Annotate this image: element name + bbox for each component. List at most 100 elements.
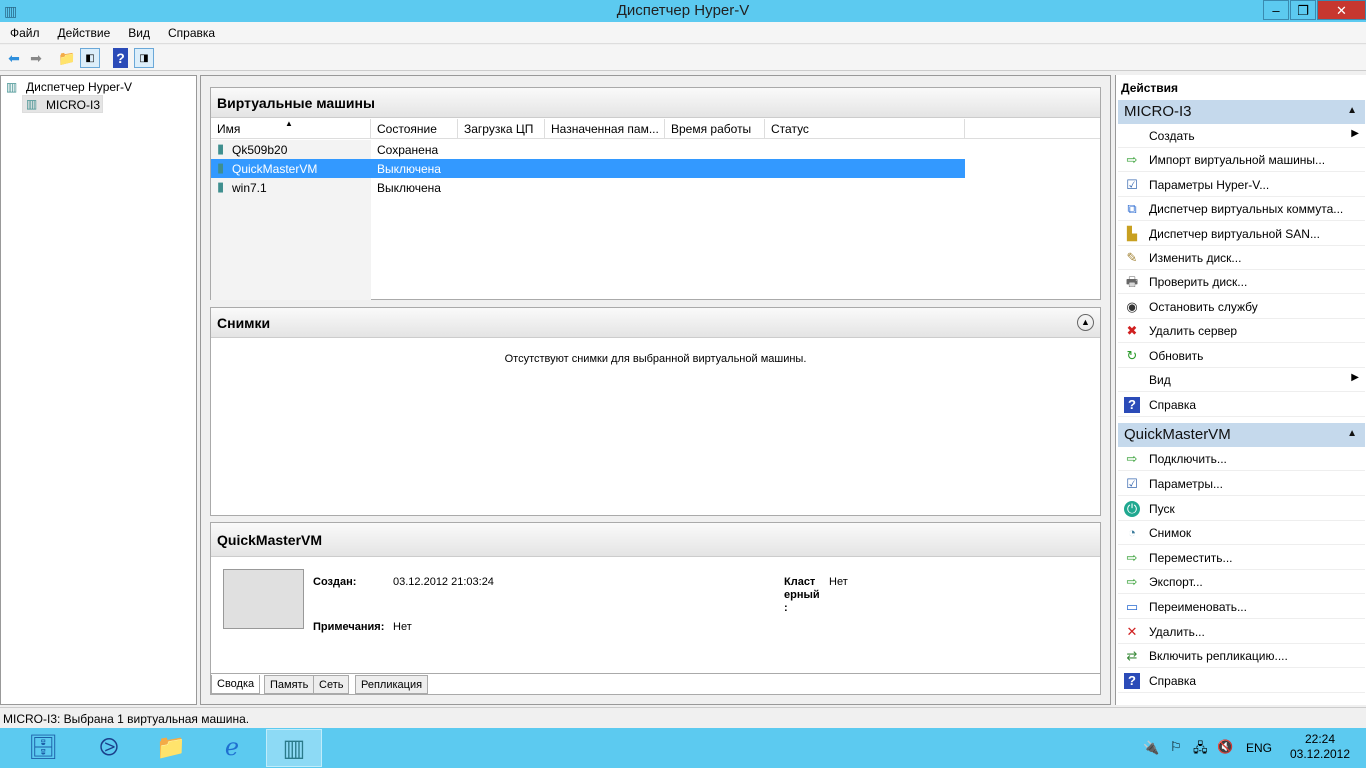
action-item[interactable]: 🖶 Проверить диск... (1118, 270, 1365, 295)
action-item[interactable]: ✎ Изменить диск... (1118, 246, 1365, 270)
forward-icon[interactable]: ➡ (26, 48, 46, 68)
powershell-icon[interactable]: ⧁ (84, 729, 134, 767)
action-item[interactable]: ⇨ Переместить... (1118, 546, 1365, 570)
tab-replication[interactable]: Репликация (355, 675, 429, 694)
up-folder-icon[interactable]: 📁 (57, 48, 77, 68)
show-hide-action-pane-icon[interactable]: ◨ (134, 48, 154, 68)
network-icon[interactable]: 🖧 (1193, 739, 1208, 761)
menu-bar: Файл Действие Вид Справка (0, 22, 1366, 44)
vm-state: Сохранена (377, 143, 439, 157)
back-icon[interactable]: ⬅ (4, 48, 24, 68)
window-title: Диспетчер Hyper-V (616, 2, 750, 19)
export-icon: ⇨ (1126, 574, 1138, 590)
flag-icon[interactable]: ⚐ (1170, 739, 1182, 755)
snapshots-title: Снимки ▲ (211, 308, 1100, 338)
tab-network[interactable]: Сеть (313, 675, 350, 694)
vm-table-header: Имя ▲ Состояние Загрузка ЦП Назначенная п… (211, 119, 1100, 139)
action-item[interactable]: ☑ Параметры... (1118, 472, 1365, 496)
settings-icon: ☑ (1126, 176, 1138, 192)
actions-section-header[interactable]: QuickMasterVM ▲ (1118, 423, 1365, 448)
action-item[interactable]: ⇨ Подключить... (1118, 447, 1365, 472)
collapse-section-icon[interactable]: ▲ (1347, 428, 1357, 439)
hyperv-manager-icon: ▥ (6, 80, 18, 94)
action-item[interactable]: ◉ Остановить службу (1118, 295, 1365, 319)
col-state[interactable]: Состояние (371, 119, 458, 138)
vm-row[interactable]: ▮ QuickMasterVM Выключена (211, 159, 965, 178)
actions-pane: Действия MICRO-I3 ▲ Создать ▶ ⇨ Импорт виртуа… (1115, 75, 1366, 705)
menu-file[interactable]: Файл (0, 22, 48, 40)
network-ok-icon[interactable]: 🔌 (1143, 740, 1159, 756)
collapse-section-icon[interactable]: ▲ (1347, 105, 1357, 116)
actions-section-header[interactable]: MICRO-I3 ▲ (1118, 100, 1365, 124)
col-name[interactable]: Имя ▲ (211, 119, 371, 138)
vm-state: Выключена (377, 162, 441, 176)
col-cpu[interactable]: Загрузка ЦП (458, 119, 545, 138)
server-label: MICRO-I3 (46, 98, 100, 112)
help-icon[interactable]: ? (113, 48, 128, 68)
action-item[interactable]: ⧉ Диспетчер виртуальных коммута... (1118, 197, 1365, 222)
taskbar: 🗄 ⧁ 📁 ℯ ▥ 🔌 ⚐ 🖧 🔇 ENG 22:24 03.12.2012 (0, 728, 1366, 768)
edit-disk-icon: ✎ (1126, 250, 1138, 265)
menu-action[interactable]: Действие (48, 22, 119, 40)
col-memory[interactable]: Назначенная пам... (545, 119, 665, 138)
hyperv-manager-task[interactable]: ▥ (266, 729, 322, 767)
vm-row[interactable]: ▮ win7.1 Выключена (211, 178, 965, 197)
vm-row[interactable]: ▮ Qk509b20 Сохранена (211, 140, 965, 159)
language-indicator[interactable]: ENG (1246, 741, 1272, 755)
submenu-arrow-icon: ▶ (1351, 372, 1359, 383)
replication-icon: ⇄ (1126, 648, 1138, 664)
center-pane: Виртуальные машины Имя ▲ Состояние Загруз… (200, 75, 1111, 705)
explorer-icon[interactable]: 📁 (146, 729, 196, 767)
navigation-tree: ▥ Диспетчер Hyper-V ▥ MICRO-I3 (0, 75, 197, 705)
action-item[interactable]: ◔ Снимок (1118, 521, 1365, 546)
notes-label: Примечания: (313, 621, 385, 633)
action-item[interactable]: Вид ▶ (1118, 368, 1365, 392)
tree-server-item[interactable]: ▥ MICRO-I3 (22, 95, 103, 113)
action-item[interactable]: ✕ Удалить... (1118, 620, 1365, 644)
tree-root[interactable]: Диспетчер Hyper-V (26, 80, 132, 94)
internet-explorer-icon[interactable]: ℯ (207, 729, 257, 767)
created-value: 03.12.2012 21:03:24 (393, 576, 494, 588)
created-label: Создан: (313, 576, 357, 588)
vm-name: win7.1 (232, 181, 267, 195)
volume-muted-icon[interactable]: 🔇 (1217, 739, 1233, 755)
action-item[interactable]: Создать ▶ (1118, 124, 1365, 148)
clock[interactable]: 22:24 03.12.2012 (1285, 732, 1355, 761)
vm-icon: ▮ (217, 160, 225, 175)
action-item[interactable]: ⇨ Экспорт... (1118, 570, 1365, 595)
action-item[interactable]: ↻ Обновить (1118, 344, 1365, 368)
menu-view[interactable]: Вид (118, 22, 158, 40)
vm-panel-title: Виртуальные машины (211, 88, 1100, 118)
action-item[interactable]: ⇨ Импорт виртуальной машины... (1118, 148, 1365, 173)
action-item[interactable]: ☑ Параметры Hyper-V... (1118, 173, 1365, 197)
minimize-button[interactable]: – (1263, 0, 1289, 20)
start-icon: ⏻ (1124, 500, 1140, 517)
notes-value: Нет (393, 621, 412, 633)
action-item[interactable]: ⏻ Пуск (1118, 497, 1365, 521)
col-uptime[interactable]: Время работы (665, 119, 765, 138)
snapshots-panel: Снимки ▲ Отсутствуют снимки для выбранно… (210, 307, 1101, 516)
close-button[interactable]: ✕ (1317, 0, 1366, 20)
action-item[interactable]: ▙ Диспетчер виртуальной SAN... (1118, 222, 1365, 246)
snapshots-empty-text: Отсутствуют снимки для выбранной виртуал… (504, 353, 807, 365)
clustered-label: Класт ерный : (784, 576, 820, 614)
menu-help[interactable]: Справка (158, 22, 223, 40)
vm-name: QuickMasterVM (232, 162, 318, 176)
action-item[interactable]: ? Справка (1118, 393, 1365, 417)
action-item[interactable]: ⇄ Включить репликацию.... (1118, 644, 1365, 669)
action-item[interactable]: ? Справка (1118, 669, 1365, 693)
action-item[interactable]: ✖ Удалить сервер (1118, 319, 1365, 344)
restore-button[interactable]: ❐ (1290, 0, 1316, 20)
status-bar: MICRO-I3: Выбрана 1 виртуальная машина. (0, 707, 1366, 728)
server-manager-icon[interactable]: 🗄 (18, 729, 68, 767)
collapse-icon[interactable]: ▲ (1077, 314, 1094, 331)
server-icon: ▥ (26, 97, 38, 111)
tab-memory[interactable]: Память (264, 675, 315, 694)
toolbar: ⬅ ➡ 📁 ◧ ? ◨ (0, 45, 1366, 71)
clustered-value: Нет (829, 576, 848, 588)
submenu-arrow-icon: ▶ (1351, 128, 1359, 139)
action-item[interactable]: ▭ Переименовать... (1118, 595, 1365, 619)
show-hide-tree-icon[interactable]: ◧ (80, 48, 100, 68)
tab-summary[interactable]: Сводка (211, 675, 261, 694)
col-status[interactable]: Статус (765, 119, 965, 138)
